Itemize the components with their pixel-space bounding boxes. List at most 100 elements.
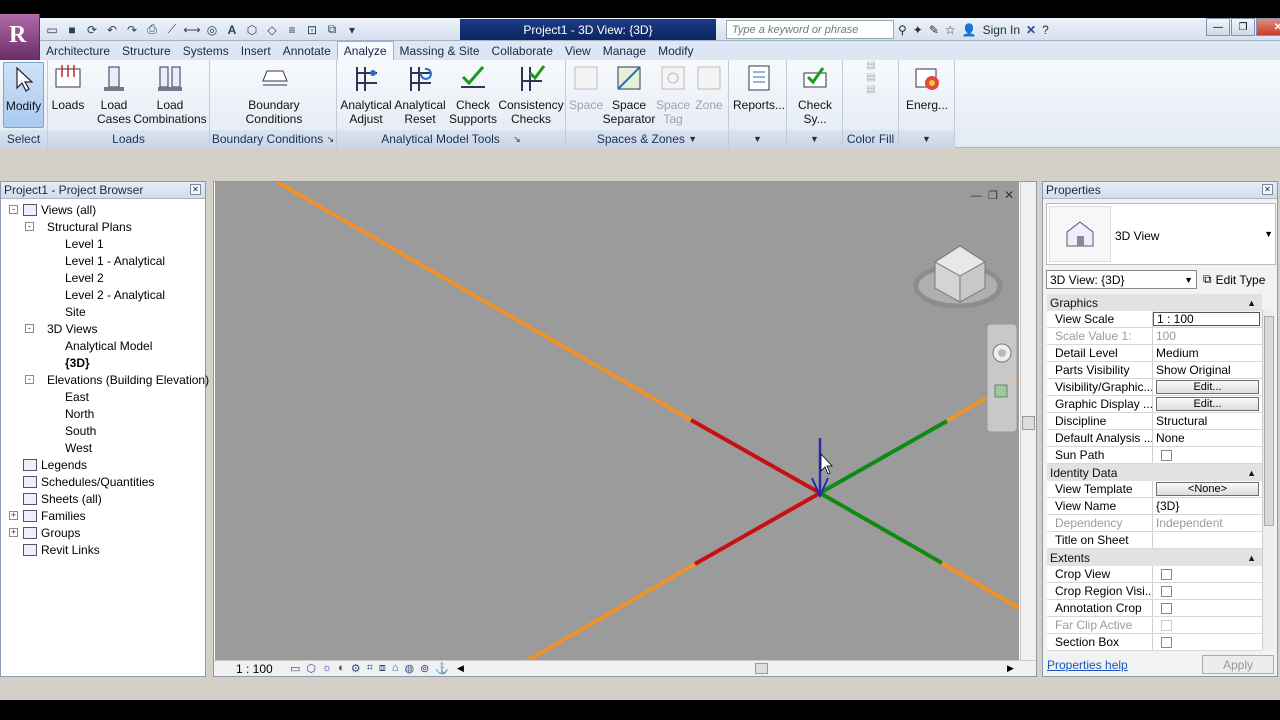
property-value[interactable] xyxy=(1153,634,1262,650)
checkbox[interactable] xyxy=(1161,636,1172,648)
temporary-hide-icon[interactable]: ◍ xyxy=(405,662,415,675)
collapse-icon[interactable]: - xyxy=(25,222,34,231)
property-value[interactable]: <None> xyxy=(1153,481,1262,497)
chevron-down-icon[interactable]: ▼ xyxy=(922,134,931,144)
space-tag-button[interactable]: Space Tag xyxy=(656,62,690,126)
browser-item[interactable]: Families xyxy=(23,507,86,524)
close-hidden-icon[interactable]: ⊡ xyxy=(304,22,320,38)
switch-windows-icon[interactable]: ⧉ xyxy=(324,22,340,38)
analytical-reset-button[interactable]: Analytical Reset xyxy=(394,62,446,126)
sync-icon[interactable]: ⟳ xyxy=(84,22,100,38)
property-value[interactable]: 1 : 100 xyxy=(1153,312,1260,326)
checkbox[interactable] xyxy=(1161,568,1172,580)
unlock-view-icon[interactable]: ⌂ xyxy=(392,662,399,675)
beam-line[interactable] xyxy=(940,561,1021,610)
print-icon[interactable]: ⎙ xyxy=(144,22,160,38)
checkbox[interactable] xyxy=(1161,585,1172,597)
browser-item[interactable]: Sheets (all) xyxy=(23,490,102,507)
property-value[interactable] xyxy=(1153,583,1262,599)
browser-item[interactable]: Legends xyxy=(23,456,87,473)
property-value[interactable]: Edit... xyxy=(1153,379,1262,395)
close-icon[interactable]: ✕ xyxy=(1262,184,1273,195)
color-fill-legend-button[interactable]: ▤ ▤ ▤ xyxy=(861,60,881,98)
tab-architecture[interactable]: Architecture xyxy=(40,41,116,60)
energy-button[interactable]: Energ... xyxy=(903,62,951,112)
3d-view-icon[interactable]: ⬡ xyxy=(244,22,260,38)
reveal-hidden-icon[interactable]: ⊚ xyxy=(420,662,429,675)
maximize-button[interactable]: ❐ xyxy=(1231,18,1255,36)
horizontal-scroll-thumb[interactable] xyxy=(755,663,768,674)
properties-scrollbar[interactable] xyxy=(1262,310,1274,650)
vertical-scrollbar[interactable] xyxy=(1020,182,1036,662)
browser-item[interactable]: Site xyxy=(65,303,86,320)
type-selector[interactable]: 3D View ▼ xyxy=(1046,203,1276,265)
browser-item[interactable]: Views (all) xyxy=(23,201,96,218)
zoom-icon[interactable] xyxy=(994,384,1008,398)
viewcube[interactable] xyxy=(913,245,1003,309)
check-systems-button[interactable]: Check Sy... xyxy=(789,62,841,126)
dimension-icon[interactable]: ⟷ xyxy=(183,22,200,38)
beam-line[interactable] xyxy=(524,562,696,664)
browser-item[interactable]: West xyxy=(65,439,92,456)
browser-item[interactable]: Structural Plans xyxy=(47,218,132,235)
property-value[interactable] xyxy=(1153,532,1262,548)
chevron-down-icon[interactable]: ▼ xyxy=(753,134,762,144)
sun-path-icon[interactable]: ☼ xyxy=(322,662,332,675)
crop-icon[interactable]: ⌗ xyxy=(367,662,373,675)
section-identity[interactable]: Identity Data ▲ xyxy=(1047,464,1262,481)
property-value[interactable]: Medium xyxy=(1153,345,1262,361)
load-cases-button[interactable]: Load Cases xyxy=(94,62,134,126)
space-button[interactable]: Space xyxy=(568,62,604,112)
property-value[interactable]: Structural xyxy=(1153,413,1262,429)
edit-button[interactable]: Edit... xyxy=(1156,380,1259,394)
boundary-conditions-button[interactable]: Boundary Conditions xyxy=(230,62,318,126)
measure-icon[interactable]: ⟋ xyxy=(164,22,180,38)
subscription-icon[interactable]: ✦ xyxy=(913,23,923,37)
space-separator-button[interactable]: Space Separator xyxy=(603,62,655,126)
y-axis-line[interactable] xyxy=(819,491,943,565)
tab-view[interactable]: View xyxy=(559,41,597,60)
undo-icon[interactable]: ↶ xyxy=(104,22,120,38)
chevron-down-icon[interactable]: ▼ xyxy=(810,134,819,144)
edit-type-button[interactable]: ⧉ Edit Type xyxy=(1203,270,1265,289)
customize-qat-icon[interactable]: ▾ xyxy=(344,22,360,38)
properties-help-link[interactable]: Properties help xyxy=(1047,658,1128,672)
browser-item[interactable]: Level 1 xyxy=(65,235,104,252)
browser-item[interactable]: Elevations (Building Elevation) xyxy=(47,371,209,388)
visual-style-icon[interactable]: ⬡ xyxy=(306,662,316,675)
property-value[interactable] xyxy=(1153,600,1262,616)
edit-button[interactable]: Edit... xyxy=(1156,397,1259,411)
search-input[interactable]: Type a keyword or phrase xyxy=(726,20,894,39)
close-icon[interactable]: ✕ xyxy=(190,184,201,195)
collapse-section-icon[interactable]: ▲ xyxy=(1247,468,1256,478)
tab-structure[interactable]: Structure xyxy=(116,41,177,60)
crop-region-icon[interactable]: ⧈ xyxy=(379,662,386,675)
shadows-icon[interactable]: ◐ xyxy=(338,662,345,675)
help-icon[interactable]: ? xyxy=(1042,23,1049,37)
tab-annotate[interactable]: Annotate xyxy=(277,41,337,60)
browser-item[interactable]: Level 1 - Analytical xyxy=(65,252,165,269)
x-axis-line[interactable] xyxy=(690,418,821,495)
checkbox[interactable] xyxy=(1161,602,1172,614)
tab-analyze[interactable]: Analyze xyxy=(336,41,394,60)
chevron-down-icon[interactable]: ▼ xyxy=(688,134,697,144)
apply-button[interactable]: Apply xyxy=(1202,655,1274,674)
save-icon[interactable]: ■ xyxy=(64,22,80,38)
zone-button[interactable]: Zone xyxy=(692,62,726,112)
thin-lines-icon[interactable]: ≡ xyxy=(284,22,300,38)
close-button[interactable]: ✕ xyxy=(1256,18,1280,36)
browser-item[interactable]: Revit Links xyxy=(23,541,100,558)
browser-item[interactable]: Analytical Model xyxy=(65,337,152,354)
checkbox[interactable] xyxy=(1161,449,1172,461)
open-icon[interactable]: ▭ xyxy=(44,22,60,38)
collapse-icon[interactable]: - xyxy=(25,324,34,333)
expand-icon[interactable]: + xyxy=(9,511,18,520)
exchange-icon[interactable]: ✕ xyxy=(1026,23,1036,37)
drawing-canvas[interactable]: — ❐ ✕ xyxy=(215,180,1021,664)
y-axis-line[interactable] xyxy=(819,419,948,495)
scroll-right-icon[interactable]: ▶ xyxy=(1007,663,1014,674)
modify-button[interactable]: Modify xyxy=(3,62,44,128)
browser-item[interactable]: Schedules/Quantities xyxy=(23,473,154,490)
sign-in-link[interactable]: Sign In xyxy=(983,23,1020,37)
redo-icon[interactable]: ↷ xyxy=(124,22,140,38)
